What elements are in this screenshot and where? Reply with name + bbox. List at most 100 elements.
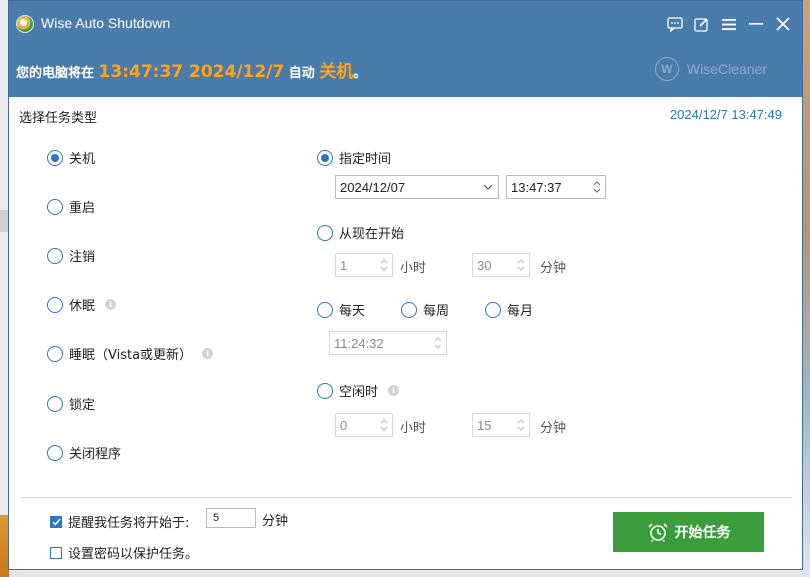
radio-indicator[interactable] [485,301,501,318]
task-hibernate-radio[interactable]: 休眠 i [47,295,117,314]
info-icon[interactable]: i [388,385,400,396]
task-sleep-radio[interactable]: 睡眠（Vista或更新） i [47,344,214,363]
alarm-clock-icon [647,523,668,542]
recurring-time-stepper[interactable]: 11:24:32 [329,331,447,355]
idle-hours-value: 0 [340,417,348,433]
password-checkbox-row[interactable]: 设置密码以保护任务。 [50,543,198,562]
info-icon[interactable]: i [105,299,117,310]
idle-hours-stepper[interactable]: 0 [335,413,393,437]
time-value: 13:47:37 [511,179,562,195]
time-stepper[interactable]: 13:47:37 [506,175,606,199]
edit-icon[interactable] [688,13,715,35]
remind-checkbox[interactable] [50,515,62,528]
schedule-specified-time-radio[interactable]: 指定时间 [317,148,391,167]
schedule-daily-radio[interactable]: 每天 [317,300,365,319]
task-close-program-radio[interactable]: 关闭程序 [47,443,121,462]
hours-spin[interactable] [376,254,392,276]
app-window: Wise Auto Shutdown 您的电脑将在 13:47:37 2024/… [8,0,803,570]
date-picker[interactable]: 2024/12/07 [335,175,499,199]
task-label: 关机 [69,152,96,167]
close-icon[interactable] [769,13,796,35]
idle-minutes-value: 15 [477,417,492,433]
minutes-spin[interactable] [513,254,529,276]
spin-down-icon[interactable] [517,426,525,431]
spin-up-icon[interactable] [434,337,442,342]
radio-indicator[interactable] [47,395,63,412]
schedule-from-now-radio[interactable]: 从现在开始 [317,223,404,242]
current-datetime: 2024/12/7 13:47:49 [669,107,782,122]
task-label: 重启 [69,201,96,216]
remind-unit: 分钟 [262,514,289,529]
start-task-label: 开始任务 [674,525,731,541]
chevron-down-icon[interactable] [478,176,498,198]
status-time: 13:47:37 2024/12/7 [98,62,285,82]
start-task-button[interactable]: 开始任务 [613,512,764,552]
status-prefix: 您的电脑将在 [16,66,99,81]
radio-indicator[interactable] [47,296,63,313]
status-suffix: 。 [353,66,367,81]
task-lock-radio[interactable]: 锁定 [47,394,95,413]
task-label: 睡眠（Vista或更新） [69,348,193,363]
time-spin[interactable] [589,176,605,198]
task-logoff-radio[interactable]: 注销 [47,246,95,265]
radio-indicator[interactable] [317,224,333,241]
hours-value: 1 [340,257,348,273]
task-label: 锁定 [69,398,96,413]
remind-minutes-input[interactable]: 5 [206,508,256,528]
wisecleaner-logo-icon: W [654,57,679,81]
radio-indicator[interactable] [47,345,63,362]
radio-indicator[interactable] [47,444,63,461]
idle-hours-unit: 小时 [400,421,427,436]
minutes-unit: 分钟 [540,261,567,276]
radio-indicator[interactable] [317,382,333,399]
minutes-value: 30 [477,257,492,273]
brand-name: WiseCleaner [686,61,767,77]
task-label: 注销 [69,250,96,265]
hours-unit: 小时 [400,261,427,276]
schedule-weekly-radio[interactable]: 每周 [401,300,449,319]
recurring-time-spin[interactable] [430,332,446,354]
schedule-label: 从现在开始 [339,227,405,242]
schedule-idle-radio[interactable]: 空闲时 i [317,381,400,400]
app-title: Wise Auto Shutdown [41,15,171,31]
spin-up-icon[interactable] [517,419,525,424]
spin-up-icon[interactable] [380,419,388,424]
radio-indicator[interactable] [317,301,333,318]
radio-indicator[interactable] [47,149,63,166]
radio-indicator[interactable] [47,198,63,215]
spin-down-icon[interactable] [434,344,442,349]
desktop-background-right [802,0,810,577]
from-now-minutes-stepper[interactable]: 30 [472,253,530,277]
remind-checkbox-row[interactable]: 提醒我任务将开始于: [50,512,189,531]
radio-indicator[interactable] [317,149,333,166]
menu-icon[interactable] [715,13,742,35]
status-middle: 自动 [284,66,320,81]
schedule-label: 空闲时 [339,385,379,400]
footer-divider [20,497,791,498]
task-restart-radio[interactable]: 重启 [47,197,95,216]
radio-indicator[interactable] [47,247,63,264]
password-checkbox[interactable] [50,546,62,559]
idle-hours-spin[interactable] [376,414,392,436]
minimize-icon[interactable] [742,13,769,35]
feedback-icon[interactable] [661,13,688,35]
spin-down-icon[interactable] [380,266,388,271]
schedule-monthly-radio[interactable]: 每月 [485,300,533,319]
wisecleaner-brand[interactable]: W WiseCleaner [654,57,767,81]
spin-up-icon[interactable] [517,259,525,264]
task-shutdown-radio[interactable]: 关机 [47,148,95,167]
password-label: 设置密码以保护任务。 [68,547,199,562]
spin-up-icon[interactable] [380,259,388,264]
spin-down-icon[interactable] [517,266,525,271]
info-icon[interactable]: i [202,348,214,359]
idle-minutes-spin[interactable] [513,414,529,436]
spin-down-icon[interactable] [593,188,601,193]
schedule-label: 每天 [339,304,366,319]
spin-up-icon[interactable] [593,181,601,186]
idle-minutes-stepper[interactable]: 15 [472,413,530,437]
from-now-hours-stepper[interactable]: 1 [335,253,393,277]
radio-indicator[interactable] [401,301,417,318]
spin-down-icon[interactable] [380,426,388,431]
schedule-label: 每周 [423,304,450,319]
schedule-label: 每月 [507,304,534,319]
